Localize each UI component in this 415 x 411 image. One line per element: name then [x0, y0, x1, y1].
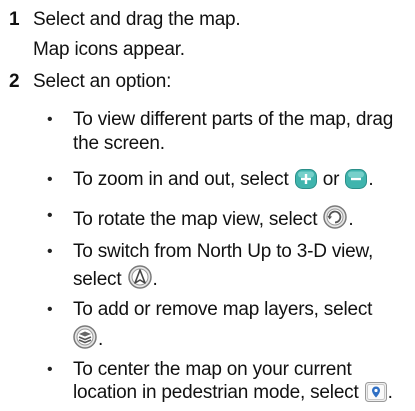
option-text-pre: select	[73, 269, 122, 290]
manual-page: 1 Select and drag the map. Map icons app…	[0, 0, 415, 411]
option-text-pre: To zoom in and out, select	[73, 169, 289, 190]
center-location-icon	[364, 382, 387, 402]
option-text-post: .	[368, 169, 374, 190]
option-text: .	[73, 325, 103, 351]
option-text-mid: or	[322, 169, 340, 190]
option-text-pre: location in pedestrian mode, select	[73, 382, 359, 403]
list-bullet: •	[47, 111, 53, 128]
north-up-3d-icon	[127, 265, 152, 289]
map-layers-icon	[73, 325, 97, 349]
list-bullet: •	[47, 361, 53, 378]
option-text: To view different parts of the map, drag	[73, 109, 394, 130]
option-text: To switch from North Up to 3-D view,	[73, 241, 374, 262]
option-text-post: .	[152, 269, 158, 290]
step-number: 2	[9, 71, 20, 92]
list-bullet: •	[47, 243, 53, 260]
option-text: select .	[73, 265, 158, 291]
option-text: location in pedestrian mode, select .	[73, 382, 393, 404]
step-number: 1	[9, 9, 20, 30]
option-text-post: .	[98, 329, 104, 350]
option-text: To center the map on your current	[73, 359, 352, 380]
option-text-pre: To rotate the map view, select	[73, 209, 318, 230]
step-text: Select an option:	[33, 71, 172, 92]
option-text-post: .	[348, 209, 354, 230]
list-bullet: •	[47, 301, 53, 318]
list-bullet: •	[47, 207, 53, 224]
option-text: the screen.	[73, 133, 165, 154]
option-text: To rotate the map view, select .	[73, 205, 354, 231]
list-bullet: •	[47, 171, 53, 188]
step-text: Select and drag the map.	[33, 9, 241, 30]
zoom-in-icon	[294, 169, 317, 189]
option-text: To zoom in and out, select or .	[73, 169, 374, 191]
option-text: To add or remove map layers, select	[73, 299, 373, 320]
step-result: Map icons appear.	[33, 39, 185, 60]
option-text-post: .	[387, 382, 393, 403]
zoom-out-icon	[345, 169, 368, 189]
rotate-icon	[323, 205, 348, 229]
